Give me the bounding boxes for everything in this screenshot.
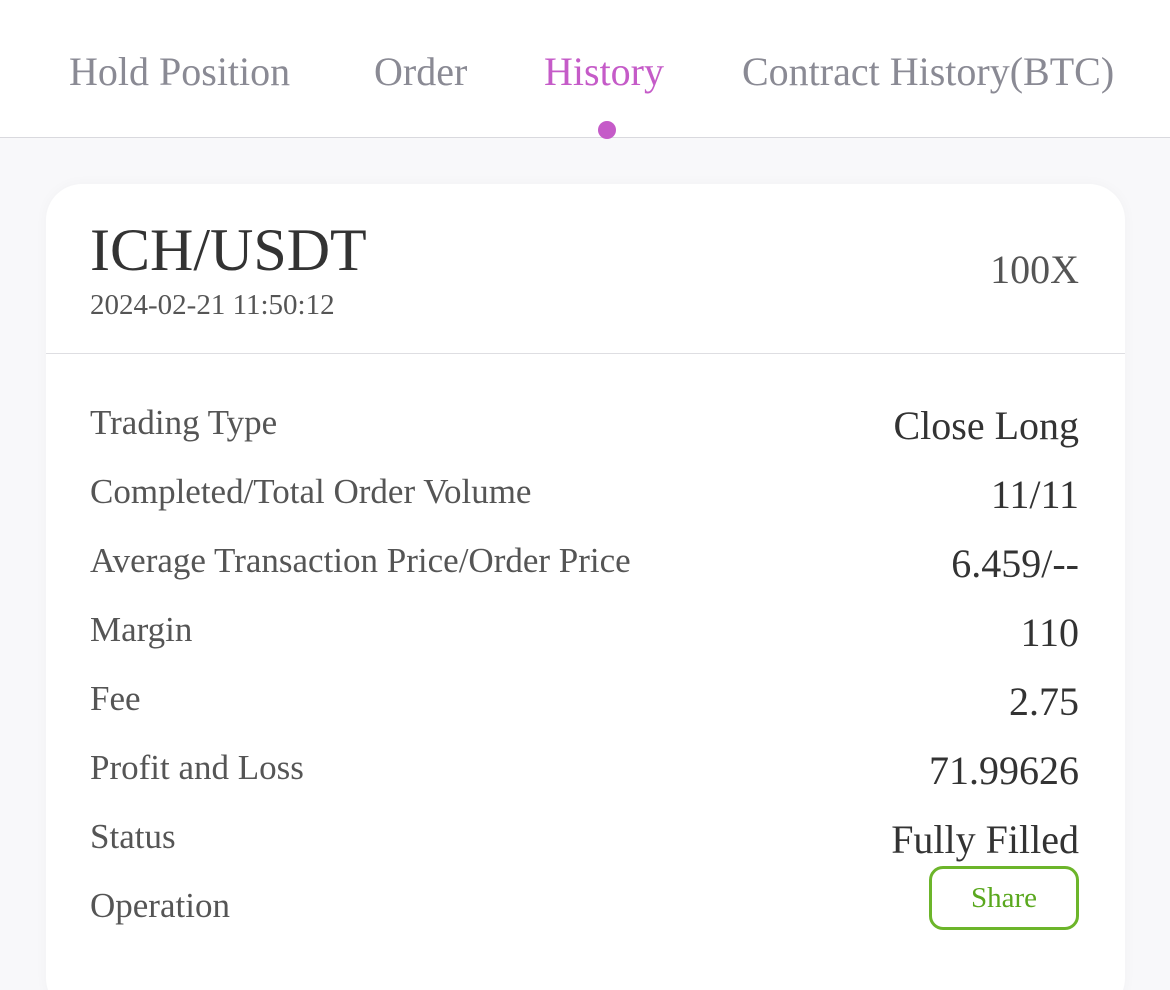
leverage-value: 100X <box>990 247 1079 292</box>
card-divider <box>46 353 1125 354</box>
tab-contract-history[interactable]: Contract History(BTC) <box>742 48 1114 96</box>
row-label: Trading Type <box>90 403 278 442</box>
row-label: Margin <box>90 610 193 649</box>
row-margin: Margin 110 <box>90 610 1079 670</box>
row-label: Average Transaction Price/Order Price <box>90 541 631 580</box>
row-value: 2.75 <box>1009 679 1079 724</box>
row-value: 6.459/-- <box>951 541 1079 586</box>
row-value: Close Long <box>893 403 1079 448</box>
tab-hold-position[interactable]: Hold Position <box>69 48 290 96</box>
row-value: 110 <box>1020 610 1079 655</box>
trading-pair: ICH/USDT <box>90 217 367 283</box>
order-datetime: 2024-02-21 11:50:12 <box>90 289 335 321</box>
row-fee: Fee 2.75 <box>90 679 1079 739</box>
row-operation: Operation Share <box>90 866 1079 946</box>
row-value: 71.99626 <box>929 748 1079 793</box>
row-label: Completed/Total Order Volume <box>90 472 532 511</box>
tab-order[interactable]: Order <box>374 48 467 96</box>
tab-bar: Hold Position Order History Contract His… <box>0 0 1170 139</box>
row-profit-and-loss: Profit and Loss 71.99626 <box>90 748 1079 808</box>
history-page: Hold Position Order History Contract His… <box>0 0 1170 990</box>
share-button[interactable]: Share <box>929 866 1079 930</box>
row-label: Profit and Loss <box>90 748 304 787</box>
row-value: 11/11 <box>990 472 1079 517</box>
row-label: Fee <box>90 679 141 718</box>
history-order-card: ICH/USDT 2024-02-21 11:50:12 100X Tradin… <box>46 184 1125 990</box>
row-status: Status Fully Filled <box>90 817 1079 877</box>
active-tab-indicator <box>598 121 616 139</box>
tab-history[interactable]: History <box>544 48 664 96</box>
row-average-price: Average Transaction Price/Order Price 6.… <box>90 541 1079 601</box>
row-label: Status <box>90 817 176 856</box>
row-value: Fully Filled <box>891 817 1079 862</box>
row-order-volume: Completed/Total Order Volume 11/11 <box>90 472 1079 532</box>
row-trading-type: Trading Type Close Long <box>90 403 1079 463</box>
operation-label: Operation <box>90 886 230 925</box>
